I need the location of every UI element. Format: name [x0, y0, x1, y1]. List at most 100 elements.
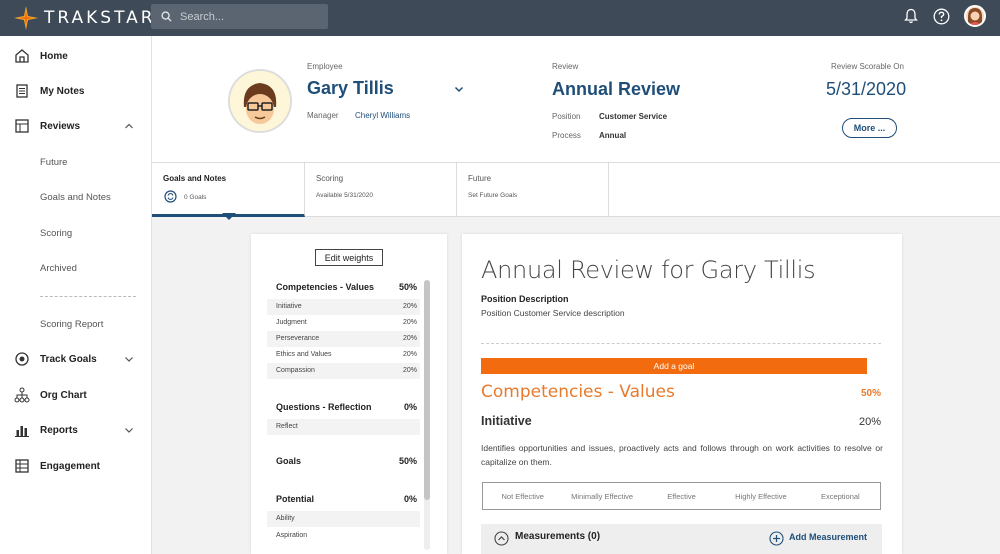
chevron-up-icon[interactable]: [124, 121, 134, 131]
target-icon: [15, 352, 29, 366]
sidebar-item-label: Future: [40, 156, 68, 168]
weight-row: Initiative 20%: [267, 299, 420, 315]
review-title: Annual Review for Gary Tillis: [481, 256, 816, 284]
sidebar-item-label: Engagement: [40, 460, 101, 472]
sidebar-item-archived[interactable]: Archived: [0, 253, 152, 283]
weight-section: Competencies - Values 50%: [276, 282, 417, 292]
employee-avatar: [228, 69, 292, 133]
sidebar-item-scoring[interactable]: Scoring: [0, 218, 152, 248]
help-icon[interactable]: [933, 8, 950, 25]
reports-icon: [15, 426, 29, 437]
item-pct: 20%: [858, 416, 881, 428]
user-avatar[interactable]: [964, 5, 986, 27]
weight-row: Judgment 20%: [267, 315, 420, 331]
rating-option[interactable]: Exceptional: [801, 483, 880, 509]
org-chart-icon: [14, 387, 30, 403]
weight-section: Goals 50%: [276, 456, 417, 466]
employee-name: Gary Tillis: [307, 78, 394, 98]
sidebar-item-org-chart[interactable]: Org Chart: [0, 380, 152, 410]
chevron-down-icon[interactable]: [454, 84, 464, 94]
search-input[interactable]: [180, 10, 320, 23]
review-label: Review: [552, 62, 579, 71]
refresh-icon: [164, 190, 177, 203]
sidebar-item-label: Org Chart: [40, 389, 87, 401]
row-name: Judgment: [276, 319, 307, 326]
active-tab-pointer: [222, 213, 236, 220]
sidebar-item-goals-and-notes[interactable]: Goals and Notes: [0, 182, 152, 212]
search-bar[interactable]: [151, 4, 328, 29]
item-title: Initiative: [481, 414, 532, 428]
measurements-label: Measurements (0): [515, 531, 601, 542]
sidebar-item-label: Goals and Notes: [40, 191, 111, 203]
rating-option[interactable]: Not Effective: [483, 483, 562, 509]
tab-title: Scoring: [316, 174, 344, 183]
sidebar-item-label: Reports: [40, 424, 78, 436]
position-description: Position Customer Service description: [481, 308, 625, 318]
row-name: Ethics and Values: [276, 351, 332, 358]
home-icon: [15, 49, 29, 63]
review-tabs: Goals and Notes 0 Goals Scoring Availabl…: [152, 163, 1000, 220]
section-pct: 0%: [403, 402, 417, 412]
more-button[interactable]: More ...: [842, 118, 897, 138]
manager-name[interactable]: Cheryl Williams: [355, 111, 410, 120]
row-name: Perseverance: [276, 335, 320, 342]
notes-icon: [16, 84, 28, 98]
sidebar-item-my-notes[interactable]: My Notes: [0, 76, 152, 106]
section-name: Potential: [276, 494, 315, 504]
row-pct: 20%: [402, 303, 417, 310]
section-name: Questions - Reflection: [276, 402, 372, 412]
section-pct: 50%: [398, 282, 417, 292]
section-name: Goals: [276, 456, 302, 466]
process-label: Process: [552, 131, 581, 140]
sidebar-item-future[interactable]: Future: [0, 147, 152, 177]
tab-goals-and-notes[interactable]: Goals and Notes 0 Goals: [152, 163, 305, 220]
tab-scoring[interactable]: Scoring Available 5/31/2020: [305, 163, 457, 217]
weight-row: Perseverance 20%: [267, 331, 420, 347]
weights-scrollbar[interactable]: [424, 280, 430, 550]
chevron-up-circle-icon[interactable]: [494, 531, 509, 546]
item-description: Identifies opportunities and issues, pro…: [481, 443, 883, 467]
weight-row: Aspiration: [267, 528, 420, 544]
add-circle-icon[interactable]: [769, 531, 784, 546]
add-measurement-link[interactable]: Add Measurement: [789, 532, 867, 542]
weight-section: Potential 0%: [276, 494, 417, 504]
row-name: Initiative: [276, 303, 302, 310]
sidebar-item-engagement[interactable]: Engagement: [0, 451, 152, 481]
scrollbar-thumb[interactable]: [424, 280, 430, 500]
row-name: Compassion: [276, 367, 315, 374]
bell-icon[interactable]: [903, 8, 919, 24]
row-name: Ability: [276, 515, 295, 522]
search-icon: [161, 11, 172, 22]
trakstar-logo[interactable]: TRAKSTAR: [14, 5, 156, 31]
sidebar: Home My Notes Reviews Future Goals and N…: [0, 36, 152, 554]
chevron-down-icon[interactable]: [124, 425, 134, 435]
sidebar-item-label: Reviews: [40, 120, 81, 132]
sidebar-item-reviews[interactable]: Reviews: [0, 111, 152, 141]
sidebar-item-reports[interactable]: Reports: [0, 415, 152, 445]
sidebar-item-track-goals[interactable]: Track Goals: [0, 344, 152, 374]
row-pct: 20%: [402, 319, 417, 326]
edit-weights-button[interactable]: Edit weights: [315, 249, 383, 266]
sidebar-item-label: Scoring Report: [40, 318, 104, 330]
chevron-down-icon[interactable]: [124, 354, 134, 364]
sidebar-item-scoring-report[interactable]: Scoring Report: [0, 309, 152, 339]
row-pct: 20%: [402, 335, 417, 342]
add-goal-button[interactable]: Add a goal: [481, 358, 867, 374]
tab-subtitle: Set Future Goals: [468, 192, 518, 199]
process-value: Annual: [599, 131, 627, 140]
tab-future[interactable]: Future Set Future Goals: [457, 163, 609, 217]
top-bar: TRAKSTAR: [0, 0, 1000, 36]
rating-option[interactable]: Effective: [642, 483, 721, 509]
tab-subtitle: 0 Goals: [184, 194, 207, 201]
sidebar-item-label: Archived: [40, 262, 77, 274]
review-panel: Annual Review for Gary Tillis Position D…: [462, 234, 902, 554]
sidebar-item-home[interactable]: Home: [0, 41, 152, 71]
scorable-date: 5/31/2020: [826, 79, 907, 99]
sidebar-item-label: Home: [40, 50, 68, 62]
star-logo-icon: [14, 6, 38, 30]
rating-option[interactable]: Highly Effective: [721, 483, 800, 509]
measurements-section[interactable]: Measurements (0) Add Measurement: [481, 524, 882, 554]
section-pct: 50%: [398, 456, 417, 466]
brand-name: TRAKSTAR: [44, 8, 156, 28]
rating-option[interactable]: Minimally Effective: [562, 483, 641, 509]
